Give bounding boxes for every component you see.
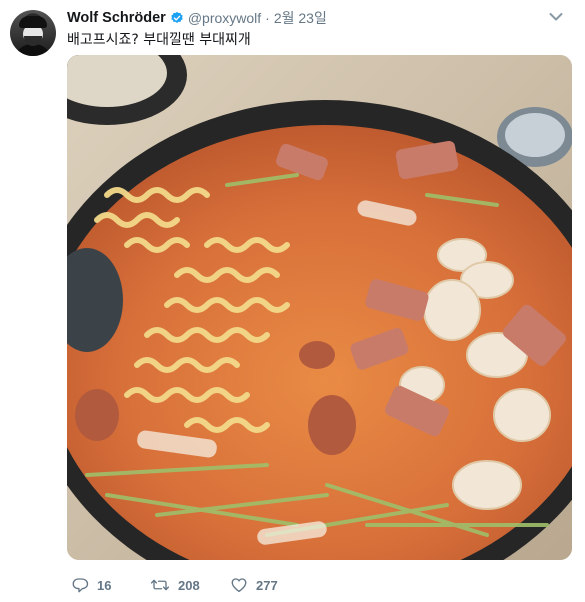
tweet-actions: 16 208 277 bbox=[67, 575, 467, 595]
tweet-photo[interactable] bbox=[67, 55, 572, 560]
author-handle[interactable]: @proxywolf bbox=[188, 10, 261, 26]
tweet-date[interactable]: 2월 23일 bbox=[274, 8, 327, 28]
avatar[interactable] bbox=[10, 10, 56, 56]
chevron-down-icon bbox=[549, 13, 563, 21]
reply-button[interactable]: 16 bbox=[71, 575, 111, 595]
heart-icon bbox=[231, 578, 247, 593]
author-name[interactable]: Wolf Schröder bbox=[67, 10, 166, 26]
tweet: Wolf Schröder @proxywolf · 2월 23일 배고프시죠?… bbox=[0, 0, 585, 602]
retweet-count: 208 bbox=[178, 577, 200, 593]
verified-badge-icon bbox=[171, 11, 183, 23]
tweet-text: 배고프시죠? 부대낄땐 부대찌개 bbox=[67, 32, 251, 48]
separator-dot: · bbox=[265, 10, 270, 26]
reply-count: 16 bbox=[97, 577, 112, 593]
tweet-header: Wolf Schröder @proxywolf · 2월 23일 bbox=[67, 9, 327, 27]
avatar-hat-shape bbox=[19, 16, 47, 28]
like-button[interactable]: 277 bbox=[230, 575, 278, 595]
reply-icon bbox=[72, 578, 89, 593]
tweet-options-button[interactable] bbox=[544, 7, 568, 27]
stew-photo-illustration bbox=[67, 55, 572, 560]
retweet-icon bbox=[150, 579, 170, 591]
retweet-button[interactable]: 208 bbox=[150, 575, 200, 595]
like-count: 277 bbox=[256, 577, 278, 593]
